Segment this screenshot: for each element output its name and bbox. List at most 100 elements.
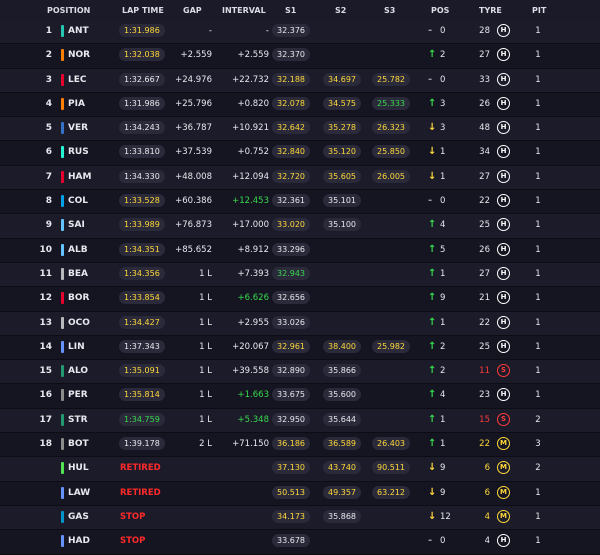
driver-code[interactable]: GAS — [68, 512, 89, 522]
driver-code[interactable]: HAD — [68, 536, 90, 546]
position-number: 8 — [45, 196, 52, 207]
table-row[interactable]: HAD STOP 33.678 -0 4 H 1 — [0, 530, 600, 555]
table-row[interactable]: LAW RETIRED 50.513 49.357 63.212 ↓ 9 6 M 1 — [0, 481, 600, 506]
table-row[interactable]: 2 NOR 1:32.038 +2.559 +2.559 32.370 ↑ 2 27 H 1 — [0, 44, 600, 69]
pit-count: 1 — [535, 317, 541, 328]
header-tyre[interactable]: TYRE — [479, 6, 502, 15]
driver-code[interactable]: BOR — [68, 293, 89, 303]
lap-time-pill: 1:33.810 — [119, 145, 165, 159]
header-position[interactable]: POSITION — [47, 6, 90, 15]
pit-count: 1 — [535, 487, 541, 498]
position-change: 0 — [440, 26, 446, 36]
sector-s2-pill: 49.357 — [323, 485, 361, 499]
table-row[interactable]: 9 SAI 1:33.989 +76.873 +17.000 33.020 35.100 ↑ 4… — [0, 214, 600, 239]
table-row[interactable]: 14 LIN 1:37.343 1 L +20.067 32.961 38.400 25.98… — [0, 335, 600, 361]
gap-value: - — [208, 26, 212, 36]
driver-code[interactable]: RUS — [68, 147, 89, 157]
table-row[interactable]: 11 BEA 1:34.356 1 L +7.393 32.943 ↑ 1 27 H 1 — [0, 262, 600, 288]
header-interval[interactable]: INTERVAL — [222, 6, 266, 15]
sector-s1-pill: 32.370 — [272, 48, 310, 62]
sector-s2-pill: 35.600 — [323, 388, 361, 402]
tyre-compound-icon: H — [497, 339, 510, 353]
lap-time-pill: 1:34.759 — [119, 412, 165, 426]
gap-value: 1 L — [199, 341, 212, 352]
sector-s2-pill: 35.868 — [323, 509, 361, 523]
sector-s2-pill: 35.278 — [323, 121, 361, 135]
table-row[interactable]: 18 BOT 1:39.178 2 L +71.150 36.186 36.589 26.40… — [0, 433, 600, 458]
position-change: 1 — [440, 439, 446, 450]
driver-code[interactable]: PER — [68, 390, 88, 400]
table-row[interactable]: GAS STOP 34.173 35.868 ↓ 12 4 M 1 — [0, 505, 600, 531]
driver-code[interactable]: OCO — [68, 318, 90, 328]
table-row[interactable]: 3 LEC 1:32.667 +24.976 +22.732 32.188 34.697 25… — [0, 68, 600, 93]
position-change: 2 — [440, 366, 446, 377]
table-row[interactable]: 4 PIA 1:31.986 +25.796 +0.820 32.078 34.575 25.… — [0, 92, 600, 118]
driver-code[interactable]: BEA — [68, 269, 88, 279]
driver-code[interactable]: NOR — [68, 50, 90, 60]
position-change: 1 — [440, 268, 446, 279]
driver-code[interactable]: ALB — [68, 245, 88, 255]
table-row[interactable]: 8 COL 1:33.528 +60.386 +12.453 32.361 35.101 -0… — [0, 190, 600, 215]
driver-code[interactable]: LEC — [68, 75, 87, 85]
driver-code[interactable]: BOT — [68, 439, 89, 449]
driver-code[interactable]: LAW — [68, 488, 90, 498]
pit-count: 2 — [535, 414, 541, 425]
arrow-down-icon: ↓ — [428, 170, 437, 182]
tyre-laps: 11 — [479, 366, 490, 377]
header-pos[interactable]: POS — [431, 6, 449, 15]
table-row[interactable]: 10 ALB 1:34.351 +85.652 +8.912 33.296 ↑ 5 26 H 1 — [0, 238, 600, 263]
tyre-compound-icon: H — [497, 96, 510, 110]
header-lap-time[interactable]: LAP TIME — [122, 6, 164, 15]
header-s3[interactable]: S3 — [384, 6, 395, 15]
table-row[interactable]: 13 OCO 1:34.427 1 L +2.955 33.026 ↑ 1 22 H 1 — [0, 311, 600, 336]
table-row[interactable]: 7 HAM 1:34.330 +48.008 +12.094 32.720 35.605 26… — [0, 165, 600, 191]
gap-value: +76.873 — [175, 220, 212, 231]
driver-code[interactable]: STR — [68, 415, 88, 425]
pit-count: 1 — [535, 171, 541, 182]
table-row[interactable]: 1 ANT 1:31.986- -32.376-0 28 H 1 — [0, 20, 600, 45]
sector-s1-pill: 33.678 — [272, 534, 310, 548]
dash-icon: - — [428, 535, 433, 547]
driver-rows: 1 ANT 1:31.986- -32.376-0 28 H 1 2 NOR 1:32.038 +2… — [0, 20, 600, 555]
team-color-bar — [61, 438, 64, 451]
sector-s2-pill: 35.605 — [323, 169, 361, 183]
position-change: 9 — [440, 293, 446, 304]
arrow-up-icon: ↑ — [428, 438, 437, 450]
team-color-bar — [61, 49, 64, 62]
position-change: 3 — [440, 123, 446, 134]
table-row[interactable]: 17 STR 1:34.759 1 L +5.348 32.950 35.644 ↑ 1 15 S 2 — [0, 408, 600, 434]
driver-code[interactable]: VER — [68, 123, 88, 133]
lap-time-pill: 1:34.330 — [119, 169, 165, 183]
driver-code[interactable]: HAM — [68, 172, 91, 182]
table-row[interactable]: HUL RETIRED 37.130 43.740 90.511 ↓ 9 6 M 2 — [0, 457, 600, 482]
arrow-down-icon: ↓ — [428, 146, 437, 158]
driver-code[interactable]: LIN — [68, 342, 85, 352]
driver-code[interactable]: HUL — [68, 463, 89, 473]
driver-code[interactable]: ANT — [68, 26, 89, 36]
dash-icon: - — [428, 195, 433, 207]
driver-code[interactable]: ALO — [68, 366, 88, 376]
driver-code[interactable]: COL — [68, 196, 88, 206]
tyre-laps: 22 — [479, 196, 490, 207]
table-row[interactable]: 5 VER 1:34.243 +36.787 +10.921 32.642 35.278 26… — [0, 117, 600, 142]
position-number: 18 — [39, 439, 52, 450]
header-gap[interactable]: GAP — [183, 6, 202, 15]
tyre-compound-icon: M — [497, 437, 510, 451]
driver-code[interactable]: PIA — [68, 99, 85, 109]
table-row[interactable]: 6 RUS 1:33.810 +37.539 +0.752 32.840 35.120 25.… — [0, 141, 600, 166]
table-row[interactable]: 12 BOR 1:33.854 1 L +6.626 32.656 ↑ 9 21 H 1 — [0, 287, 600, 312]
pit-count: 1 — [535, 268, 541, 279]
header-s1[interactable]: S1 — [285, 6, 296, 15]
table-row[interactable]: 15 ALO 1:35.091 1 L +39.558 32.890 35.866 ↑ 2 11 S… — [0, 360, 600, 385]
driver-code[interactable]: SAI — [68, 220, 85, 230]
tyre-compound-icon: H — [497, 291, 510, 305]
arrow-up-icon: ↑ — [428, 49, 437, 61]
table-row[interactable]: 16 PER 1:35.814 1 L +1.663 33.675 35.600 ↑ 4 23 H 1 — [0, 384, 600, 409]
sector-s3-pill: 25.850 — [372, 145, 410, 159]
tyre-laps: 26 — [479, 244, 490, 255]
tyre-compound-icon: M — [497, 461, 510, 475]
header-s2[interactable]: S2 — [335, 6, 346, 15]
lap-time-pill: 1:33.989 — [119, 218, 165, 232]
sector-s3-pill: 63.212 — [372, 485, 410, 499]
header-pit[interactable]: PIT — [532, 6, 546, 15]
